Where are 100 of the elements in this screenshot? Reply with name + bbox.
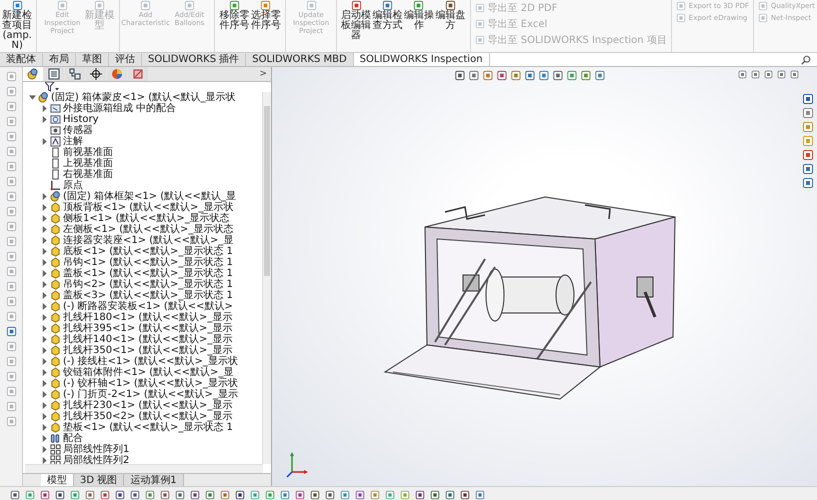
tree-item[interactable]: 外接电源箱组成 中的配合 [63,103,176,114]
tree-item[interactable]: 铰链箱体附件<1> (默认<<默认>_显 [63,367,234,378]
tree-item[interactable]: 扎线杆350<2> (默认<<默认>_显示 [63,411,232,422]
search-icon[interactable] [801,54,811,64]
expand-arrow-icon[interactable] [41,215,48,222]
view-toolbar-icon[interactable] [454,70,465,81]
tree-item[interactable]: 扎线杆140<1> (默认<<默认>_显示 [63,334,232,345]
view-toolbar-icon[interactable] [524,70,535,81]
expand-arrow-icon[interactable] [41,402,48,409]
ribbon-tab[interactable]: SOLIDWORKS 插件 [142,53,246,66]
expand-arrow-icon[interactable] [41,270,48,277]
toolbar-icon[interactable] [6,326,16,337]
horizontal-scrollbar[interactable] [25,464,263,473]
ribbon-button[interactable]: 移除零件序号 [219,0,250,31]
expand-arrow-icon[interactable] [41,105,48,112]
vertical-scrollbar[interactable] [262,92,271,464]
expand-arrow-icon[interactable] [41,259,48,266]
tree-item[interactable]: 顶板背板<1> (默认<<默认>_显示状 [63,202,234,213]
tree-item[interactable]: 盖板<1> (默认<<默认>_显示状态 1 [63,268,233,279]
expand-arrow-icon[interactable] [41,314,48,321]
tree-item[interactable]: 吊钩<1> (默认<<默认>_显示状态 1 [63,257,233,268]
tree-item[interactable]: (-) 铰杆轴<1> (默认<<默认>_显示状 [63,378,238,389]
tree-item[interactable]: 连接器安装座<1> (默认<<默认>_显 [63,235,234,246]
view-toolbar-icon[interactable] [482,70,493,81]
tree-item[interactable]: (-) 断路器安装板<1> (默认<<默认> [63,301,233,312]
ribbon-button[interactable]: 启动模板编辑器 [340,0,372,41]
tree-item[interactable]: 扎线杆180<1> (默认<<默认>_显示 [63,312,232,323]
ribbon-button[interactable]: 编辑盘方 [435,0,466,31]
ribbon-button[interactable]: 编辑操作 [404,0,434,31]
task-pane-icon[interactable] [802,121,814,133]
panel-tab[interactable] [44,67,64,81]
view-toolbar-icon[interactable] [594,70,605,81]
bottom-tab[interactable]: 运动算例1 [124,474,184,486]
expand-arrow-icon[interactable] [29,94,36,101]
ribbon-tab[interactable]: 装配体 [0,53,43,66]
expand-arrow-icon[interactable] [41,358,48,365]
task-pane-icon[interactable] [802,107,814,119]
ribbon-button[interactable]: 编辑检查方式 [372,0,403,31]
expand-arrow-icon[interactable] [41,116,48,123]
ribbon-button[interactable]: 新建检查项目(amp.N) [2,0,32,51]
tree-item[interactable]: 局部线性阵列1 [63,444,130,455]
panel-tab[interactable] [86,67,106,81]
tree-item[interactable]: 侧板1<1> (默认<<默认>_显示状态 [63,213,230,224]
expand-arrow-icon[interactable] [41,446,48,453]
ribbon-tab[interactable]: 评估 [109,53,142,66]
tree-item[interactable]: 前视基准面 [63,147,113,158]
expand-arrow-icon[interactable] [41,435,48,442]
expand-arrow-icon[interactable] [41,248,48,255]
tree-item[interactable]: 扎线杆395<1> (默认<<默认>_显示 [63,323,232,334]
tree-item[interactable]: (-) 门折页-2<1> (默认<<默认>_显示 [63,389,238,400]
tree-item[interactable]: 右视基准面 [63,169,113,180]
bottom-tab[interactable]: 3D 视图 [74,474,124,486]
tree-item[interactable]: 扎线杆230<1> (默认<<默认>_显示 [63,400,232,411]
tree-item[interactable]: 上视基准面 [63,158,113,169]
expand-arrow-icon[interactable] [41,292,48,299]
expand-arrow-icon[interactable] [41,457,48,464]
ribbon-tab[interactable]: SOLIDWORKS Inspection [354,53,490,66]
expand-arrow-icon[interactable] [41,369,48,376]
expand-arrow-icon[interactable] [41,336,48,343]
tree-item[interactable]: 配合 [63,433,83,444]
expand-arrow-icon[interactable] [41,413,48,420]
expand-arrow-icon[interactable] [41,193,48,200]
tree-item[interactable]: 注解 [63,136,83,147]
ribbon-tab[interactable]: 布局 [43,53,76,66]
tree-item[interactable]: 扎线杆350<1> (默认<<默认>_显示 [63,345,232,356]
expand-arrow-icon[interactable] [41,226,48,233]
task-pane-icon[interactable] [802,149,814,161]
tree-item[interactable]: 盖板<3> (默认<<默认>_显示状态 1 [63,290,233,301]
expand-arrow-icon[interactable] [41,204,48,211]
tree-item[interactable]: History [63,114,99,125]
expand-arrow-icon[interactable] [41,424,48,431]
task-pane-icon[interactable] [802,93,814,105]
view-toolbar-icon[interactable] [510,70,521,81]
panel-tab[interactable] [23,67,43,81]
task-pane-icon[interactable] [802,177,814,189]
view-toolbar-icon[interactable] [468,70,479,81]
tree-item[interactable]: 左侧板<1> (默认<<默认>_显示状态 [63,224,234,235]
filter-icon[interactable] [45,82,59,92]
view-toolbar-icon[interactable] [566,70,577,81]
ribbon-button[interactable]: 选择零件序号 [250,0,282,31]
more-tabs-button[interactable]: > [255,67,271,81]
expand-arrow-icon[interactable] [41,138,48,145]
expand-arrow-icon[interactable] [41,237,48,244]
expand-arrow-icon[interactable] [41,325,48,332]
view-toolbar-icon[interactable] [580,70,591,81]
tree-item[interactable]: 原点 [63,180,83,191]
bottom-tab[interactable]: 模型 [41,474,74,486]
view-toolbar-icon[interactable] [496,70,507,81]
tree-item[interactable]: 传感器 [63,125,93,136]
expand-arrow-icon[interactable] [41,380,48,387]
ribbon-tab[interactable]: SOLIDWORKS MBD [246,53,354,66]
tree-item[interactable]: 吊钩<2> (默认<<默认>_显示状态 1 [63,279,233,290]
tree-item[interactable]: 垫板<1> (默认<<默认>_显示状态 1 [63,422,233,433]
task-pane-icon[interactable] [802,163,814,175]
expand-arrow-icon[interactable] [41,347,48,354]
ribbon-tab[interactable]: 草图 [76,53,109,66]
tree-item[interactable]: (-) 接线柱<1> (默认<<默认>_显示状 [63,356,238,367]
tree-item[interactable]: 底板<1> (默认<<默认>_显示状态 1 [63,246,233,257]
panel-tab[interactable] [65,67,85,81]
tree-item[interactable]: (固定) 箱体框架<1> (默认<<默认_显 [63,191,236,202]
